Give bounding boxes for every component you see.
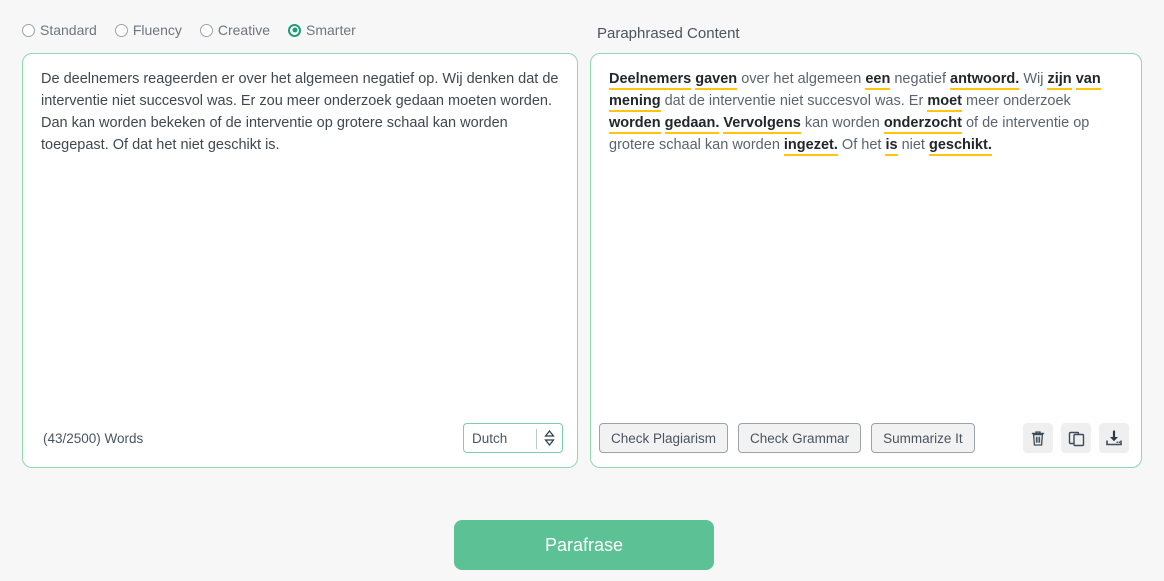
plain-text: Wij — [1019, 71, 1048, 87]
highlighted-word: ingezet. — [783, 137, 838, 156]
highlighted-word: van — [1075, 71, 1101, 90]
copy-icon — [1068, 431, 1084, 446]
mode-option-label: Standard — [40, 22, 97, 38]
trash-icon-button[interactable] — [1023, 423, 1053, 453]
mode-option-creative[interactable]: Creative — [199, 22, 270, 38]
plain-text: kan worden — [800, 115, 884, 131]
plain-text: over het algemeen — [737, 71, 866, 87]
trash-icon — [1031, 430, 1045, 446]
mode-option-label: Smarter — [306, 22, 356, 38]
highlighted-word: onderzocht — [883, 115, 962, 134]
paraphrased-text-panel: Deelnemers gaven over het algemeen een n… — [590, 53, 1142, 468]
language-select-value: Dutch — [472, 430, 508, 446]
plain-text: Of het — [837, 137, 886, 153]
mode-option-smarter[interactable]: Smarter — [288, 23, 356, 37]
spinner-arrows-icon[interactable] — [543, 428, 556, 448]
download-icon — [1106, 429, 1122, 445]
radio-icon[interactable] — [288, 23, 301, 37]
highlighted-word: is — [885, 137, 898, 156]
highlighted-word: antwoord. — [950, 71, 1020, 90]
plain-text: meer onderzoek — [962, 93, 1071, 109]
source-text-panel: De deelnemers reageerden er over het alg… — [22, 53, 578, 468]
highlighted-word: een — [865, 71, 891, 90]
word-count-label: (43/2500) Words — [43, 430, 144, 446]
plain-text: dat de interventie niet succesvol was. E… — [660, 93, 928, 109]
summarize-it-button[interactable]: Summarize It — [871, 423, 975, 453]
language-select-divider — [536, 429, 537, 449]
paraphrased-panel-footer: Check Plagiarism Check Grammar Summarize… — [591, 409, 1141, 467]
radio-icon[interactable] — [114, 23, 128, 37]
mode-option-label: Creative — [217, 22, 270, 38]
radio-icon[interactable] — [22, 23, 35, 37]
highlighted-word: Vervolgens — [723, 115, 801, 134]
highlighted-word: Deelnemers — [609, 71, 692, 90]
highlighted-word: geschikt. — [928, 137, 992, 156]
source-text-input[interactable]: De deelnemers reageerden er over het alg… — [23, 54, 577, 156]
paraphrased-content-heading: Paraphrased Content — [597, 25, 740, 42]
highlighted-word: worden — [609, 115, 661, 134]
mode-option-standard[interactable]: Standard — [22, 23, 97, 37]
source-panel-footer: (43/2500) Words Dutch — [23, 409, 577, 467]
plain-text: niet — [897, 137, 929, 153]
mode-radio-group: Standard Fluency Creative Smarter — [22, 18, 356, 42]
check-plagiarism-button[interactable]: Check Plagiarism — [599, 423, 729, 453]
mode-option-fluency[interactable]: Fluency — [114, 22, 182, 38]
highlighted-word: gaven — [695, 71, 738, 90]
plain-text: negatief — [890, 71, 951, 87]
copy-icon-button[interactable] — [1061, 423, 1091, 453]
highlighted-word: mening — [609, 93, 661, 112]
paraphrasing-tool-page: Standard Fluency Creative Smarter Paraphras… — [0, 0, 1164, 581]
download-icon-button[interactable] — [1099, 423, 1129, 453]
highlighted-word: gedaan. — [664, 115, 720, 134]
mode-option-label: Fluency — [132, 22, 182, 38]
language-select[interactable]: Dutch — [463, 423, 563, 453]
output-icon-actions — [1023, 423, 1129, 453]
parafrase-button[interactable]: Parafrase — [454, 520, 714, 570]
highlighted-word: zijn — [1047, 71, 1072, 90]
highlighted-word: moet — [927, 93, 962, 112]
paraphrased-text-output[interactable]: Deelnemers gaven over het algemeen een n… — [591, 54, 1141, 156]
plain-text — [661, 115, 665, 131]
radio-icon[interactable] — [199, 23, 213, 37]
check-grammar-button[interactable]: Check Grammar — [738, 423, 862, 453]
